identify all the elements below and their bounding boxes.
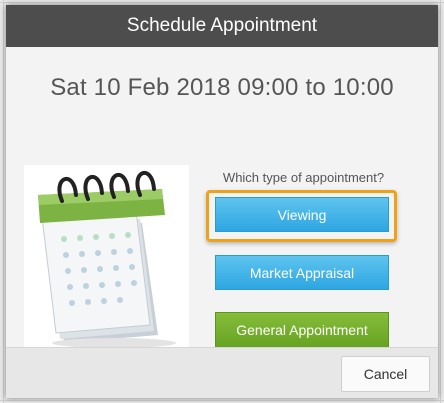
market-appraisal-button[interactable]: Market Appraisal bbox=[215, 255, 389, 290]
background-grid-line bbox=[0, 400, 444, 401]
appointment-date-range: Sat 10 Feb 2018 09:00 to 10:00 bbox=[50, 74, 394, 101]
background-grid-line bbox=[0, 2, 444, 3]
background-grid-line bbox=[440, 0, 441, 403]
background-grid-line bbox=[3, 0, 4, 403]
viewing-button[interactable]: Viewing bbox=[215, 197, 389, 232]
dialog-footer: Cancel bbox=[6, 347, 438, 398]
appointment-type-question: Which type of appointment? bbox=[222, 170, 385, 185]
schedule-appointment-dialog: Schedule Appointment Sat 10 Feb 2018 09:… bbox=[6, 5, 438, 398]
calendar-icon bbox=[24, 165, 189, 352]
dialog-title: Schedule Appointment bbox=[6, 5, 438, 47]
cancel-button[interactable]: Cancel bbox=[341, 356, 430, 392]
dialog-body: Sat 10 Feb 2018 09:00 to 10:00 Which typ… bbox=[6, 47, 438, 352]
general-appointment-button[interactable]: General Appointment bbox=[215, 312, 389, 348]
